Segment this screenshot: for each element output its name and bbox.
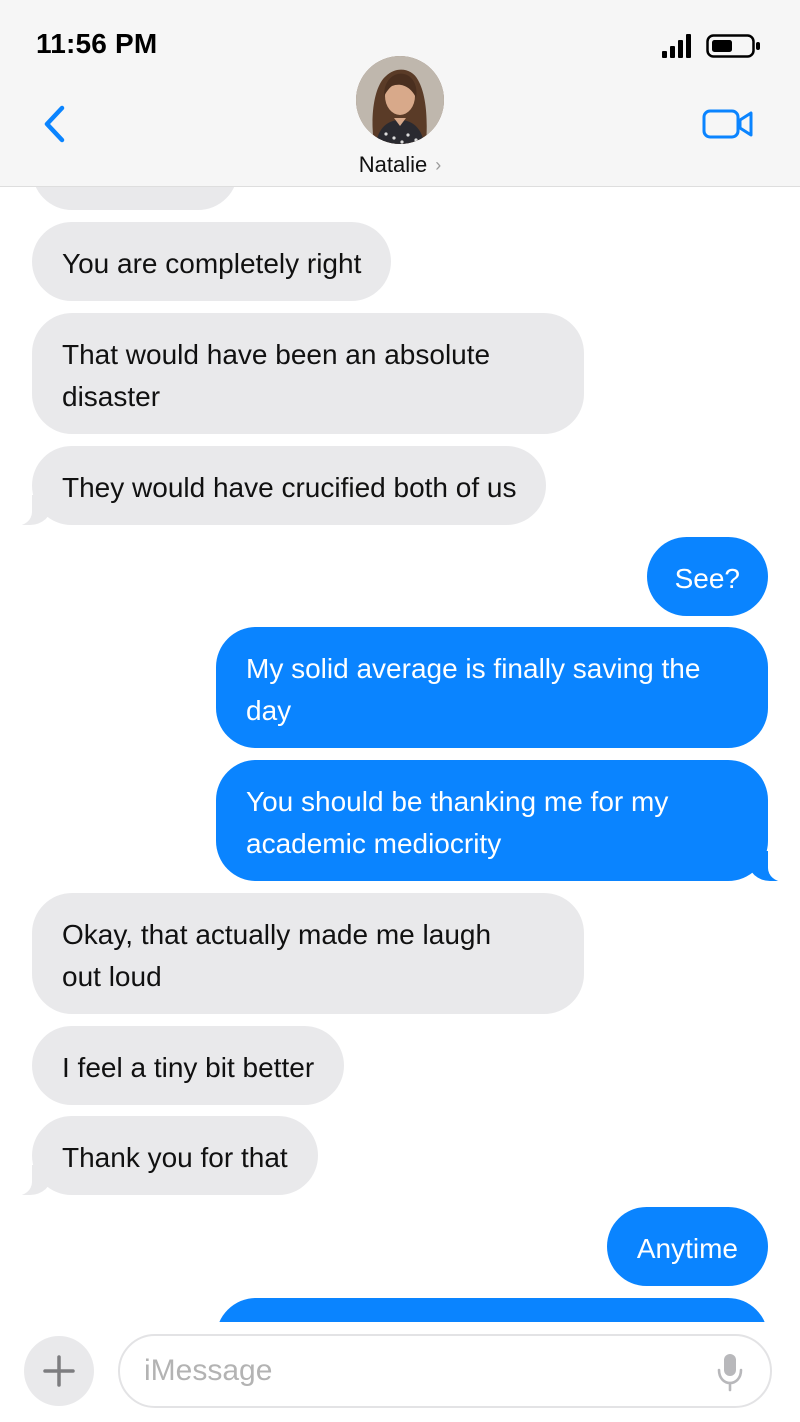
plus-icon	[43, 1355, 75, 1387]
contact-photo	[356, 56, 444, 144]
message-bubble-incoming[interactable]: I feel a tiny bit better	[32, 1026, 345, 1105]
conversation-thread[interactable]: You are completely right That would have…	[0, 0, 800, 1422]
contact-name: Natalie	[358, 152, 428, 177]
message-bubble-incoming[interactable]: That would have been an absolute disaste…	[32, 313, 584, 434]
video-camera-icon[interactable]	[702, 108, 754, 140]
cellular-signal-icon	[662, 34, 691, 58]
conversation-header: 11:56 PM Natalie ›	[0, 0, 800, 187]
message-input[interactable]	[144, 1346, 684, 1396]
status-time: 11:56 PM	[36, 28, 158, 59]
message-bubble-outgoing[interactable]: You should be thanking me for my academi…	[216, 760, 796, 882]
messages-screen: You are completely right That would have…	[0, 0, 800, 1422]
add-attachment-button[interactable]	[24, 1336, 94, 1406]
contact-chevron-icon: ›	[435, 155, 442, 175]
message-bubble-outgoing[interactable]: My solid average is finally saving the d…	[216, 627, 768, 748]
message-bubble-outgoing[interactable]: Anytime	[606, 1207, 768, 1286]
microphone-icon[interactable]	[716, 1352, 744, 1392]
message-bubble-incoming[interactable]: Thank you for that	[4, 1116, 318, 1196]
message-field[interactable]	[118, 1334, 772, 1408]
avatar[interactable]	[356, 56, 444, 144]
chevron-left-icon[interactable]	[40, 104, 70, 144]
message-bubble-incoming[interactable]: They would have crucified both of us	[3, 446, 547, 526]
battery-icon	[706, 34, 760, 58]
message-bubble-incoming[interactable]: Okay, that actually made me laugh out lo…	[32, 893, 584, 1014]
message-composer	[0, 1322, 800, 1422]
contact-name-row[interactable]: Natalie ›	[0, 152, 800, 178]
message-bubble-incoming[interactable]: You are completely right	[32, 222, 392, 301]
message-bubble-outgoing[interactable]: See?	[646, 537, 768, 616]
